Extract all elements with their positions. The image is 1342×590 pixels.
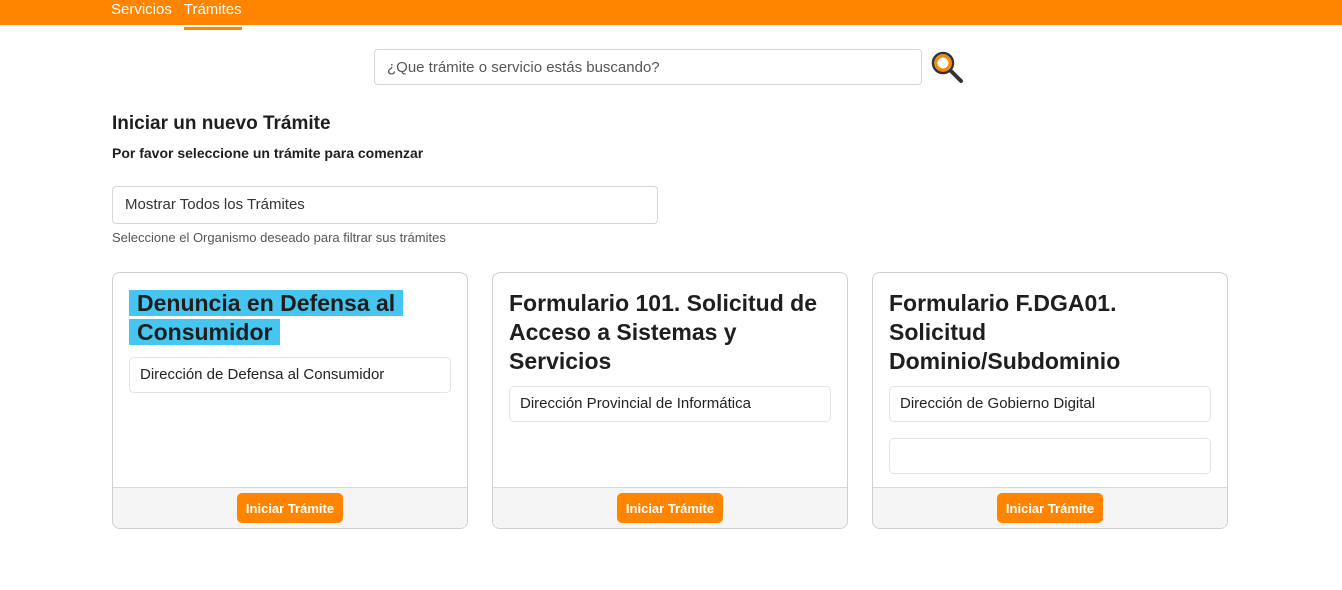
nav-servicios[interactable]: Servicios <box>111 0 172 25</box>
tramite-card: Formulario F.DGA01. Solicitud Dominio/Su… <box>872 272 1228 529</box>
card-footer: Iniciar Trámite <box>493 487 847 528</box>
tramite-card: Formulario 101. Solicitud de Acceso a Si… <box>492 272 848 529</box>
card-organism: Dirección de Gobierno Digital <box>889 386 1211 422</box>
iniciar-tramite-button[interactable]: Iniciar Trámite <box>616 493 724 523</box>
search-bar <box>374 49 964 85</box>
card-title[interactable]: Denuncia en Defensa al Consumidor <box>129 289 451 347</box>
search-input[interactable] <box>374 49 922 85</box>
card-organism: Dirección Provincial de Informática <box>509 386 831 422</box>
top-nav-bar: Servicios Trámites <box>0 0 1342 30</box>
top-nav: Servicios Trámites <box>111 0 242 30</box>
page-subtitle: Por favor seleccione un trámite para com… <box>112 145 424 161</box>
card-extra-field <box>889 438 1211 474</box>
iniciar-tramite-button[interactable]: Iniciar Trámite <box>236 493 344 523</box>
organism-filter-select[interactable]: Mostrar Todos los Trámites <box>112 186 658 224</box>
iniciar-tramite-button[interactable]: Iniciar Trámite <box>996 493 1104 523</box>
page-title: Iniciar un nuevo Trámite <box>112 113 331 134</box>
search-icon[interactable] <box>930 50 964 84</box>
card-organism: Dirección de Defensa al Consumidor <box>129 357 451 393</box>
organism-filter-help: Seleccione el Organismo deseado para fil… <box>112 230 446 245</box>
card-title-line: Consumidor <box>129 319 281 345</box>
card-title[interactable]: Formulario 101. Solicitud de Acceso a Si… <box>509 289 831 376</box>
nav-tramites[interactable]: Trámites <box>183 0 242 30</box>
tramite-card: Denuncia en Defensa al Consumidor Direcc… <box>112 272 468 529</box>
card-footer: Iniciar Trámite <box>113 487 467 528</box>
card-footer: Iniciar Trámite <box>873 487 1227 528</box>
card-title-line: Denuncia en Defensa al <box>129 290 404 316</box>
card-title[interactable]: Formulario F.DGA01. Solicitud Dominio/Su… <box>889 289 1211 376</box>
